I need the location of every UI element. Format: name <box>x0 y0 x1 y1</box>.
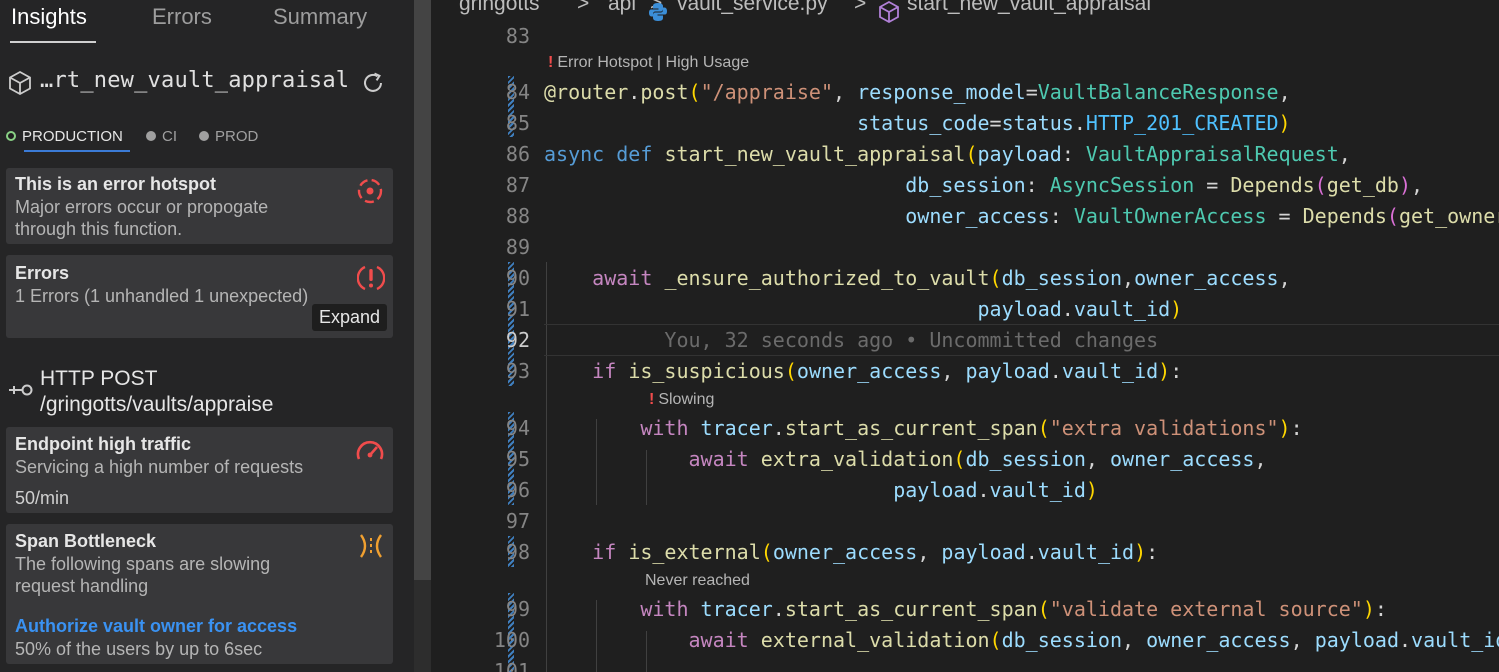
breadcrumb-separator: > <box>577 0 590 15</box>
card-title: Span Bottleneck <box>15 531 157 551</box>
tab-summary[interactable]: Summary <box>273 4 367 30</box>
line-number: 90 <box>505 266 530 290</box>
environment-selector: PRODUCTION CI PROD <box>6 124 406 152</box>
line-number: 98 <box>505 540 530 564</box>
span-bottleneck-card: Span Bottleneck The following spans are … <box>6 524 393 664</box>
line-number: 89 <box>505 235 530 259</box>
code-line[interactable]: 90 await _ensure_authorized_to_vault(db_… <box>431 266 1499 297</box>
breadcrumb-separator: > <box>854 0 867 15</box>
env-production[interactable]: PRODUCTION <box>6 128 123 145</box>
env-ci[interactable]: CI <box>146 128 177 145</box>
card-text: through this function. <box>15 219 183 239</box>
breadcrumb-item[interactable]: api <box>608 0 636 16</box>
error-alert-icon <box>357 265 385 291</box>
code-lens-hotspot[interactable]: ! Error Hotspot | High Usage <box>548 54 749 72</box>
status-dot-icon <box>199 131 209 141</box>
code-line[interactable]: 100 await external_validation(db_session… <box>431 628 1499 659</box>
breadcrumb: gringotts > api > vault_service.py > sta… <box>431 0 1499 24</box>
python-icon <box>649 3 667 21</box>
active-env-indicator <box>24 150 130 152</box>
endpoint-path: /gringotts/vaults/appraise <box>40 393 274 416</box>
line-number: 93 <box>505 359 530 383</box>
line-number: 86 <box>505 142 530 166</box>
target-icon <box>357 178 383 204</box>
line-number: 88 <box>505 204 530 228</box>
scrollbar-thumb[interactable] <box>414 0 431 580</box>
tab-insights[interactable]: Insights <box>11 4 87 30</box>
card-text: Major errors occur or propogate <box>15 197 269 217</box>
card-text: request handling <box>15 576 149 596</box>
breadcrumb-item[interactable]: vault_service.py <box>677 0 828 16</box>
endpoint-header: HTTP POST /gringotts/vaults/appraise <box>8 366 408 422</box>
expand-button[interactable]: Expand <box>311 304 387 331</box>
cube-icon <box>9 70 31 96</box>
code-editor[interactable]: gringotts > api > vault_service.py > sta… <box>431 0 1499 672</box>
code-lens-never-reached[interactable]: Never reached <box>645 572 750 590</box>
git-blame-annotation: You, 32 seconds ago • Uncommitted change… <box>664 328 1159 352</box>
span-detail: 50% of the users by up to 6sec <box>15 639 263 659</box>
refresh-icon[interactable] <box>360 70 386 96</box>
code-lens-slowing[interactable]: ! Slowing <box>649 391 714 409</box>
code-line[interactable]: 97 <box>431 509 1499 540</box>
code-line[interactable]: 87 db_session: AsyncSession = Depends(ge… <box>431 173 1499 204</box>
function-name: …rt_new_vault_appraisal <box>40 68 350 93</box>
line-number: 101 <box>493 659 530 672</box>
code-line[interactable]: 89 <box>431 235 1499 266</box>
code-line[interactable]: 98 if is_external(owner_access, payload.… <box>431 540 1499 571</box>
card-title: Errors <box>15 263 70 283</box>
status-dot-icon <box>146 131 156 141</box>
line-number: 97 <box>505 509 530 533</box>
card-title: This is an error hotspot <box>15 174 217 194</box>
span-link[interactable]: Authorize vault owner for access <box>15 616 297 637</box>
high-traffic-card: Endpoint high traffic Servicing a high n… <box>6 427 393 513</box>
error-hotspot-card: This is an error hotspot Major errors oc… <box>6 168 393 244</box>
line-number: 94 <box>505 416 530 440</box>
code-line[interactable]: 93 if is_suspicious(owner_access, payloa… <box>431 359 1499 390</box>
symbol-method-icon <box>879 0 899 24</box>
env-prod[interactable]: PROD <box>199 128 258 145</box>
card-text: Servicing a high number of requests <box>15 457 304 477</box>
card-text: The following spans are slowing <box>15 554 271 574</box>
traffic-rate: 50/min <box>15 488 70 508</box>
code-line[interactable]: 94 with tracer.start_as_current_span("ex… <box>431 416 1499 447</box>
breadcrumb-item[interactable]: start_new_vault_appraisal <box>907 0 1151 16</box>
code-line[interactable]: 96 payload.vault_id) <box>431 478 1499 509</box>
line-number: 84 <box>505 80 530 104</box>
breadcrumb-item[interactable]: gringotts <box>459 0 540 16</box>
line-number: 100 <box>493 628 530 652</box>
code-line[interactable]: 99 with tracer.start_as_current_span("va… <box>431 597 1499 628</box>
code-line[interactable]: 92 You, 32 seconds ago • Uncommitted cha… <box>431 328 1499 359</box>
card-text: 1 Errors (1 unhandled 1 unexpected) <box>15 286 309 306</box>
line-number: 91 <box>505 297 530 321</box>
tab-errors[interactable]: Errors <box>152 4 212 30</box>
code-line[interactable]: 85 status_code=status.HTTP_201_CREATED) <box>431 111 1499 142</box>
code-line[interactable]: 84 @router.post("/appraise", response_mod… <box>431 80 1499 111</box>
gauge-icon <box>356 440 384 460</box>
code-line[interactable]: 95 await extra_validation(db_session, ow… <box>431 447 1499 478</box>
code-line[interactable]: 83 <box>431 24 1499 55</box>
errors-card: Errors 1 Errors (1 unhandled 1 unexpecte… <box>6 255 393 338</box>
panel-scrollbar[interactable] <box>414 0 431 672</box>
insights-panel: Insights Errors Summary …rt_new_vault_ap… <box>0 0 414 672</box>
panel-tabs: Insights Errors Summary <box>0 0 414 44</box>
code-line[interactable]: 86 async def start_new_vault_appraisal(pa… <box>431 142 1499 173</box>
line-number: 99 <box>505 597 530 621</box>
card-title: Endpoint high traffic <box>15 434 191 454</box>
status-dot-icon <box>6 131 16 141</box>
bottleneck-icon <box>360 534 382 558</box>
line-number: 85 <box>505 111 530 135</box>
line-number: 87 <box>505 173 530 197</box>
code-line[interactable]: 88 owner_access: VaultOwnerAccess = Depe… <box>431 204 1499 235</box>
line-number: 95 <box>505 447 530 471</box>
line-number: 83 <box>505 24 530 48</box>
endpoint-icon <box>9 384 33 396</box>
line-number: 92 <box>505 328 530 352</box>
line-number: 96 <box>505 478 530 502</box>
active-tab-indicator <box>10 41 96 43</box>
code-line[interactable]: 91 payload.vault_id) <box>431 297 1499 328</box>
code-line[interactable]: 101 <box>431 659 1499 672</box>
endpoint-method: HTTP POST <box>40 367 158 390</box>
function-header: …rt_new_vault_appraisal <box>8 66 408 100</box>
